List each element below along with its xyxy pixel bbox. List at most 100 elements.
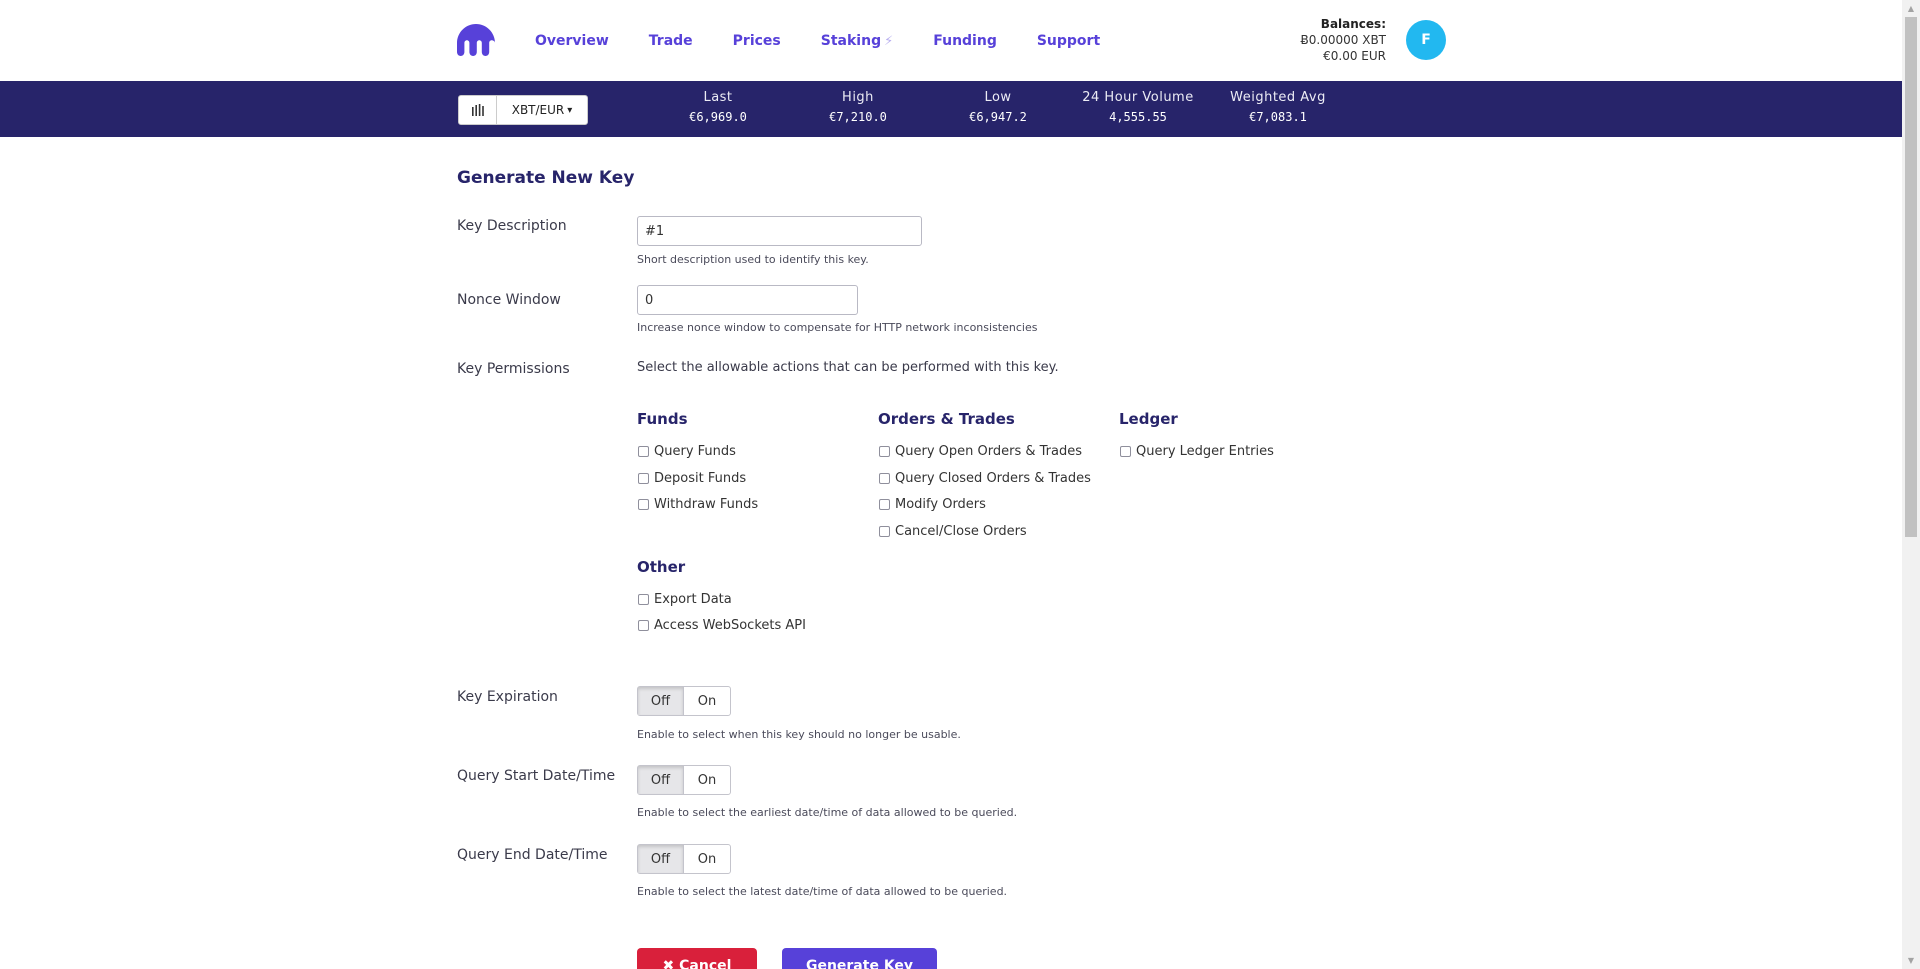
stat-weighted-avg: Weighted Avg €7,083.1 — [1213, 90, 1343, 124]
scroll-thumb[interactable] — [1905, 17, 1917, 537]
generate-key-button[interactable]: Generate Key — [782, 948, 937, 969]
pair-label: XBT/EUR — [511, 103, 565, 117]
key-expiration-toggle[interactable]: Off On — [637, 686, 731, 716]
perm-websockets-api[interactable]: Access WebSockets API — [638, 618, 806, 633]
balance-xbt: Ƀ0.00000 XBT — [1300, 33, 1386, 47]
stat-high-label: High — [842, 90, 874, 105]
nonce-window-help: Increase nonce window to compensate for … — [637, 321, 1038, 334]
checkbox[interactable] — [638, 446, 649, 457]
nav-prices[interactable]: Prices — [733, 33, 781, 49]
toggle-on-button[interactable]: On — [684, 687, 730, 715]
stat-volume: 24 Hour Volume 4,555.55 — [1073, 90, 1203, 124]
nav-staking[interactable]: Staking ⚡ — [821, 33, 893, 49]
key-description-help: Short description used to identify this … — [637, 253, 869, 266]
stat-low-label: Low — [984, 90, 1012, 105]
toggle-on-button[interactable]: On — [684, 845, 730, 873]
perm-label: Query Closed Orders & Trades — [895, 471, 1091, 486]
main-nav: Overview Trade Prices Staking ⚡ Funding S… — [535, 33, 1140, 49]
perm-deposit-funds[interactable]: Deposit Funds — [638, 471, 746, 486]
stat-high: High €7,210.0 — [793, 90, 923, 124]
query-end-toggle[interactable]: Off On — [637, 844, 731, 874]
perm-label: Export Data — [654, 592, 732, 607]
toggle-on-button[interactable]: On — [684, 766, 730, 794]
perm-query-open-orders[interactable]: Query Open Orders & Trades — [879, 444, 1082, 459]
bolt-icon: ⚡ — [884, 33, 894, 49]
vertical-scrollbar[interactable]: ▲ ▼ — [1902, 0, 1920, 969]
toggle-off-button[interactable]: Off — [638, 766, 684, 794]
perm-label: Query Funds — [654, 444, 736, 459]
checkbox[interactable] — [638, 499, 649, 510]
stat-last-value: €6,969.0 — [689, 110, 747, 124]
nav-support[interactable]: Support — [1037, 33, 1100, 49]
stat-low-value: €6,947.2 — [969, 110, 1027, 124]
stat-last-label: Last — [703, 90, 733, 105]
nonce-window-label: Nonce Window — [457, 292, 561, 308]
perm-label: Cancel/Close Orders — [895, 524, 1027, 539]
chart-icon[interactable] — [459, 96, 497, 124]
toggle-off-button[interactable]: Off — [638, 845, 684, 873]
perm-query-funds[interactable]: Query Funds — [638, 444, 736, 459]
balances-title: Balances: — [1320, 17, 1386, 31]
stat-last: Last €6,969.0 — [653, 90, 783, 124]
pair-selector[interactable]: XBT/EUR ▾ — [458, 95, 588, 125]
query-end-help: Enable to select the latest date/time of… — [637, 885, 1008, 898]
user-avatar[interactable]: F — [1406, 20, 1446, 60]
perm-export-data[interactable]: Export Data — [638, 592, 732, 607]
perm-label: Query Ledger Entries — [1136, 444, 1274, 459]
cancel-button[interactable]: ✖ Cancel — [637, 948, 757, 969]
checkbox[interactable] — [879, 526, 890, 537]
nonce-window-input[interactable]: 0 — [637, 285, 858, 315]
query-start-toggle[interactable]: Off On — [637, 765, 731, 795]
key-expiration-help: Enable to select when this key should no… — [637, 728, 961, 741]
nav-trade-label: Trade — [648, 33, 693, 49]
group-other-title: Other — [637, 558, 686, 576]
scroll-down-arrow-icon[interactable]: ▼ — [1902, 952, 1920, 969]
toggle-off-button[interactable]: Off — [638, 687, 684, 715]
checkbox[interactable] — [879, 446, 890, 457]
query-end-label: Query End Date/Time — [457, 847, 608, 863]
nav-funding[interactable]: Funding — [933, 33, 997, 49]
nav-overview-label: Overview — [535, 33, 609, 49]
nav-overview[interactable]: Overview — [535, 33, 609, 49]
stat-volume-label: 24 Hour Volume — [1082, 90, 1194, 105]
nav-staking-label: Staking — [820, 33, 882, 49]
perm-withdraw-funds[interactable]: Withdraw Funds — [638, 497, 758, 512]
nav-trade[interactable]: Trade — [649, 33, 693, 49]
scroll-up-arrow-icon[interactable]: ▲ — [1902, 0, 1920, 17]
nav-support-label: Support — [1036, 33, 1101, 49]
nav-funding-label: Funding — [933, 33, 997, 49]
perm-cancel-orders[interactable]: Cancel/Close Orders — [879, 524, 1027, 539]
key-permissions-label: Key Permissions — [457, 361, 570, 377]
page-title: Generate New Key — [457, 168, 635, 188]
perm-label: Deposit Funds — [654, 471, 747, 486]
perm-modify-orders[interactable]: Modify Orders — [879, 497, 986, 512]
balance-eur: €0.00 EUR — [1323, 49, 1386, 63]
caret-down-icon: ▾ — [567, 104, 573, 116]
key-description-input[interactable]: #1 — [637, 216, 922, 246]
stat-low: Low €6,947.2 — [933, 90, 1063, 124]
stat-weighted-avg-value: €7,083.1 — [1249, 110, 1307, 124]
stat-high-value: €7,210.0 — [829, 110, 887, 124]
checkbox[interactable] — [638, 594, 649, 605]
pair-dropdown[interactable]: XBT/EUR ▾ — [497, 96, 587, 124]
perm-label: Modify Orders — [895, 497, 986, 512]
key-permissions-intro: Select the allowable actions that can be… — [637, 360, 1059, 375]
stat-volume-value: 4,555.55 — [1109, 110, 1167, 124]
key-description-label: Key Description — [457, 218, 567, 234]
stat-weighted-avg-label: Weighted Avg — [1230, 90, 1326, 105]
kraken-logo-icon[interactable] — [457, 24, 495, 56]
checkbox[interactable] — [879, 499, 890, 510]
perm-query-ledger[interactable]: Query Ledger Entries — [1120, 444, 1274, 459]
group-orders-title: Orders & Trades — [878, 410, 1015, 428]
perm-query-closed-orders[interactable]: Query Closed Orders & Trades — [879, 471, 1091, 486]
checkbox[interactable] — [1120, 446, 1131, 457]
group-ledger-title: Ledger — [1119, 410, 1178, 428]
balances-summary[interactable]: Balances: Ƀ0.00000 XBT €0.00 EUR — [1301, 16, 1386, 64]
checkbox[interactable] — [638, 620, 649, 631]
perm-label: Access WebSockets API — [654, 618, 806, 633]
ticker-bar: XBT/EUR ▾ Last €6,969.0 High €7,210.0 Lo… — [0, 81, 1902, 137]
checkbox[interactable] — [638, 473, 649, 484]
checkbox[interactable] — [879, 473, 890, 484]
group-funds-title: Funds — [637, 410, 688, 428]
query-start-help: Enable to select the earliest date/time … — [637, 806, 1018, 819]
